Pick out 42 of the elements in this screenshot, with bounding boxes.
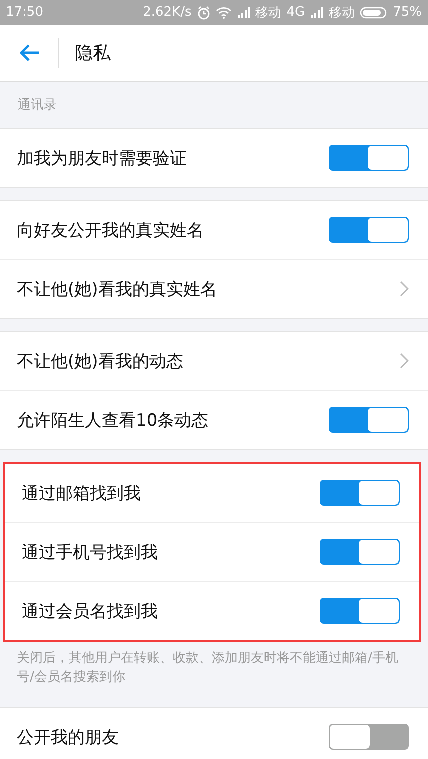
wifi-icon (216, 6, 232, 18)
toggle-switch[interactable] (329, 407, 409, 433)
toggle-switch[interactable] (329, 724, 409, 750)
battery-icon (360, 6, 388, 18)
setting-label: 允许陌生人查看10条动态 (17, 410, 209, 432)
chevron-right-icon (400, 353, 409, 369)
setting-label: 向好友公开我的真实姓名 (17, 220, 204, 242)
settings-row[interactable]: 通过会员名找到我 (5, 582, 419, 640)
signal-icon (236, 7, 251, 18)
settings-row[interactable]: 加我为朋友时需要验证 (0, 129, 428, 187)
network-speed: 2.62K/s (143, 5, 192, 20)
page-title: 隐私 (75, 42, 111, 65)
settings-row[interactable]: 通过邮箱找到我 (5, 464, 419, 523)
chevron-right-icon (400, 281, 409, 297)
setting-label: 通过会员名找到我 (22, 600, 158, 622)
carrier-name: 移动 (256, 4, 282, 22)
toggle-switch[interactable] (320, 480, 400, 506)
alarm-icon (196, 6, 211, 20)
signal-icon (310, 7, 324, 18)
toggle-switch[interactable] (329, 217, 409, 243)
settings-row[interactable]: 允许陌生人查看10条动态 (0, 391, 428, 449)
toggle-switch[interactable] (320, 598, 400, 624)
settings-row[interactable]: 不让他(她)看我的动态 (0, 332, 428, 391)
battery-level: 75% (393, 5, 422, 20)
section-note: 关闭后，其他用户在转账、收款、添加朋友时将不能通过邮箱/手机号/会员名搜索到你 (16, 650, 400, 687)
back-arrow-icon[interactable] (20, 44, 40, 62)
settings-row[interactable]: 不让他(她)看我的真实姓名 (0, 260, 428, 318)
setting-label: 公开我的朋友 (17, 726, 119, 748)
settings-row[interactable]: 向好友公开我的真实姓名 (0, 201, 428, 260)
toggle-switch[interactable] (329, 145, 409, 171)
settings-row[interactable]: 通过手机号找到我 (5, 523, 419, 582)
status-time: 17:50 (6, 5, 44, 20)
settings-row[interactable]: 公开我的朋友 (0, 708, 428, 759)
network-type: 4G (286, 5, 306, 20)
toggle-switch[interactable] (320, 539, 400, 565)
section-label: 通讯录 (17, 97, 58, 115)
setting-label: 不让他(她)看我的动态 (17, 350, 184, 372)
carrier-name: 移动 (329, 4, 356, 22)
setting-label: 加我为朋友时需要验证 (17, 148, 187, 170)
setting-label: 不让他(她)看我的真实姓名 (17, 278, 218, 300)
setting-label: 通过手机号找到我 (22, 542, 158, 564)
setting-label: 通过邮箱找到我 (22, 482, 141, 504)
